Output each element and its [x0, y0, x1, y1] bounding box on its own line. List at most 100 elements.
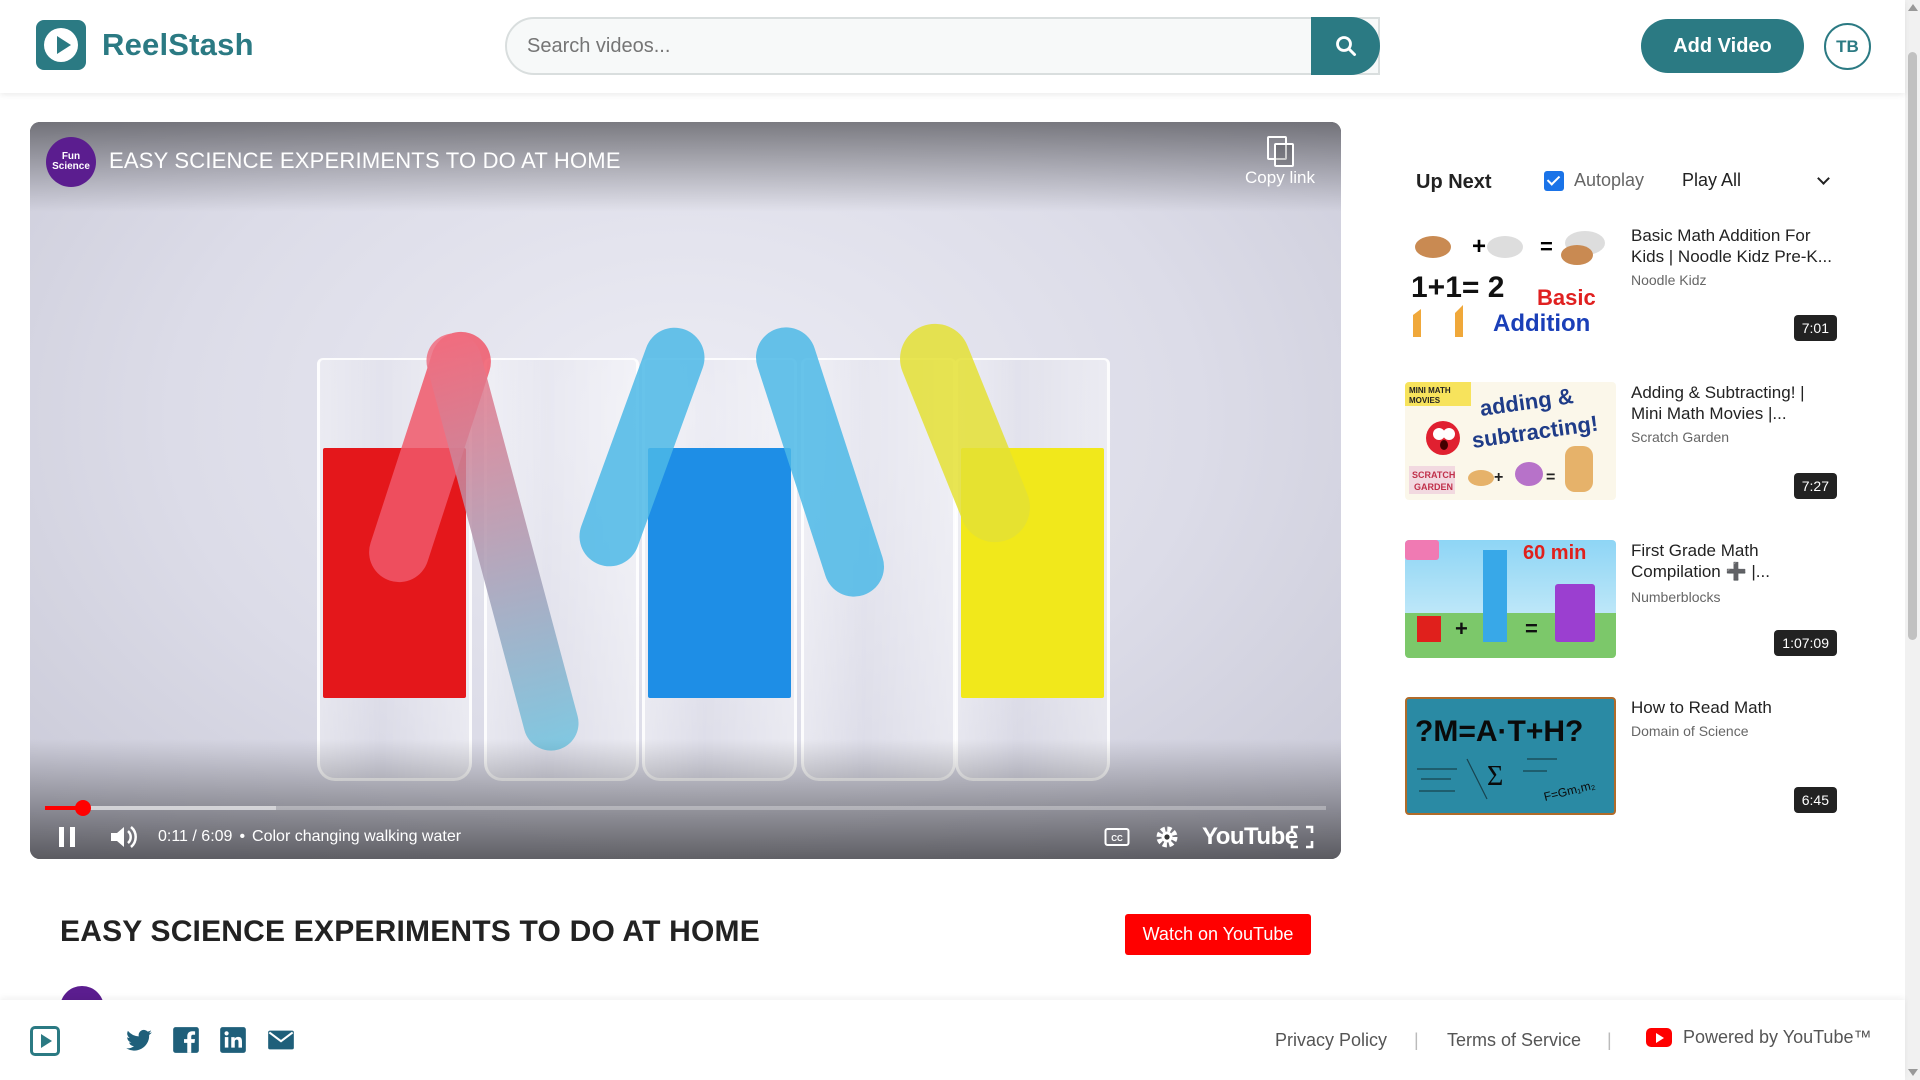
captions-button[interactable]: CC [1104, 820, 1130, 854]
thumbnail-adding-subtracting: MINI MATH MOVIES adding & subtracting! S… [1405, 382, 1600, 494]
up-next-item[interactable]: + = 1+1= 2 Basic Addition Basic Math Add… [1405, 225, 1837, 347]
copy-link-label: Copy link [1245, 168, 1315, 187]
up-next-channel: Scratch Garden [1631, 429, 1730, 445]
twitter-icon [126, 1029, 152, 1051]
svg-text:=: = [1540, 234, 1553, 259]
pause-button[interactable] [54, 820, 80, 854]
autoplay-checkbox[interactable] [1544, 170, 1564, 191]
svg-text:CC: CC [1111, 834, 1123, 843]
autoplay-label: Autoplay [1574, 170, 1645, 190]
video-title: EASY SCIENCE EXPERIMENTS TO DO AT HOME [60, 915, 760, 948]
svg-text:+: + [1472, 233, 1486, 260]
email-icon [268, 1030, 294, 1050]
terms-of-service-link[interactable]: Terms of Service [1447, 1030, 1581, 1051]
brand-logo[interactable]: ReelStash [36, 20, 254, 70]
fullscreen-button[interactable] [1290, 820, 1314, 854]
svg-text:MINI MATH: MINI MATH [1409, 386, 1451, 395]
time-display: 0:11 / 6:09 • Color changing walking wat… [158, 820, 461, 854]
chapter-separator: • [239, 828, 246, 845]
captions-icon: CC [1104, 828, 1130, 846]
up-next-video-title[interactable]: First Grade Math Compilation ➕ |... [1631, 540, 1837, 582]
up-next-channel: Noodle Kidz [1631, 272, 1707, 288]
up-next-item[interactable]: 60 min + = First Grade Math Compilation … [1405, 540, 1837, 662]
powered-by-label: Powered by YouTube™ [1683, 1027, 1872, 1047]
footer-separator: | [1607, 1030, 1612, 1050]
youtube-logo[interactable]: YouTube [1202, 820, 1298, 854]
privacy-policy-link[interactable]: Privacy Policy [1275, 1030, 1387, 1051]
channel-logo[interactable]: Fun Science [46, 137, 96, 187]
svg-text:+: + [1455, 616, 1468, 641]
powered-by-youtube[interactable]: Powered by YouTube™ [1646, 1027, 1871, 1048]
player-video-title[interactable]: EASY SCIENCE EXPERIMENTS TO DO AT HOME [109, 148, 621, 174]
page-footer: Privacy Policy | Terms of Service | Powe… [0, 1000, 1905, 1080]
video-thumbnail[interactable]: MINI MATH MOVIES adding & subtracting! S… [1405, 382, 1616, 500]
up-next-video-title[interactable]: Adding & Subtracting! | Mini Math Movies… [1631, 382, 1837, 424]
play-all-label: Play All [1682, 170, 1742, 190]
svg-text:=: = [1525, 616, 1538, 641]
pause-icon [59, 827, 75, 847]
facebook-icon [173, 1027, 199, 1053]
facebook-link[interactable] [172, 1026, 200, 1054]
linkedin-link[interactable] [219, 1026, 247, 1054]
copy-link-button[interactable]: Copy link [1240, 136, 1320, 188]
page-scrollbar[interactable] [1905, 0, 1920, 1080]
time-current-duration: 0:11 / 6:09 [158, 828, 233, 845]
autoplay-toggle[interactable]: Autoplay [1544, 170, 1644, 191]
thumbnail-how-to-read-math: ?M=A·T+H? Σ F=Gm₁m₂ [1415, 715, 1597, 804]
linkedin-icon [220, 1027, 246, 1053]
up-next-video-title[interactable]: How to Read Math [1631, 697, 1837, 718]
video-thumbnail[interactable]: ?M=A·T+H? Σ F=Gm₁m₂ [1405, 697, 1616, 815]
top-header: ReelStash Add Video TB [0, 0, 1905, 93]
thumbnail-numberblocks: 60 min + = [1405, 540, 1595, 642]
user-avatar[interactable]: TB [1824, 23, 1871, 70]
duration-badge: 7:27 [1793, 473, 1837, 499]
svg-text:SCRATCH: SCRATCH [1412, 470, 1455, 480]
duration-badge: 6:45 [1793, 787, 1837, 813]
footer-logo-icon[interactable] [30, 1026, 60, 1056]
volume-button[interactable] [108, 820, 138, 854]
video-thumbnail[interactable]: 60 min + = [1405, 540, 1616, 658]
search-icon [1335, 36, 1356, 56]
progress-bar[interactable] [45, 800, 1326, 816]
copy-icon [1267, 136, 1294, 167]
play-logo-icon [36, 20, 86, 70]
up-next-item[interactable]: ?M=A·T+H? Σ F=Gm₁m₂ How to Read Math Dom… [1405, 697, 1837, 819]
search-input[interactable] [527, 34, 1378, 58]
search-button[interactable] [1311, 17, 1380, 75]
duration-badge: 1:07:09 [1774, 630, 1837, 656]
thumbnail-basic-addition: + = 1+1= 2 Basic Addition [1411, 231, 1605, 337]
chapter-title[interactable]: Color changing walking water [252, 828, 461, 846]
up-next-video-title[interactable]: Basic Math Addition For Kids | Noodle Ki… [1631, 225, 1837, 267]
twitter-link[interactable] [125, 1026, 153, 1054]
volume-icon [111, 826, 137, 848]
up-next-channel: Domain of Science [1631, 723, 1749, 739]
video-thumbnail[interactable]: + = 1+1= 2 Basic Addition [1405, 225, 1616, 343]
chevron-down-icon [1817, 172, 1830, 185]
brand-name: ReelStash [102, 27, 254, 62]
scroll-down-arrow-icon[interactable] [1908, 1069, 1918, 1076]
svg-text:?M=A·T+H?: ?M=A·T+H? [1415, 715, 1583, 748]
scroll-up-arrow-icon[interactable] [1908, 4, 1918, 11]
settings-button[interactable] [1154, 820, 1180, 854]
watch-on-youtube-button[interactable]: Watch on YouTube [1125, 914, 1311, 955]
up-next-title: Up Next [1416, 170, 1492, 193]
svg-text:Σ: Σ [1487, 761, 1503, 792]
email-link[interactable] [267, 1026, 295, 1054]
svg-text:Addition: Addition [1493, 310, 1590, 337]
add-video-button[interactable]: Add Video [1641, 19, 1804, 73]
settings-icon [1156, 826, 1178, 848]
svg-text:60 min: 60 min [1523, 542, 1586, 564]
play-all-dropdown[interactable]: Play All [1682, 170, 1836, 191]
svg-text:1+1= 2: 1+1= 2 [1411, 271, 1504, 304]
svg-text:Basic: Basic [1537, 285, 1596, 310]
scroll-thumb[interactable] [1908, 52, 1917, 640]
video-player[interactable]: Fun Science EASY SCIENCE EXPERIMENTS TO … [30, 122, 1341, 859]
search-box [505, 17, 1380, 75]
up-next-item[interactable]: MINI MATH MOVIES adding & subtracting! S… [1405, 382, 1837, 504]
youtube-icon [1646, 1028, 1672, 1047]
up-next-channel: Numberblocks [1631, 589, 1721, 605]
footer-separator: | [1414, 1030, 1419, 1050]
svg-text:GARDEN: GARDEN [1414, 482, 1453, 492]
svg-text:+: + [1494, 469, 1503, 486]
up-next-header: Up Next Autoplay Play All [1416, 165, 1836, 199]
